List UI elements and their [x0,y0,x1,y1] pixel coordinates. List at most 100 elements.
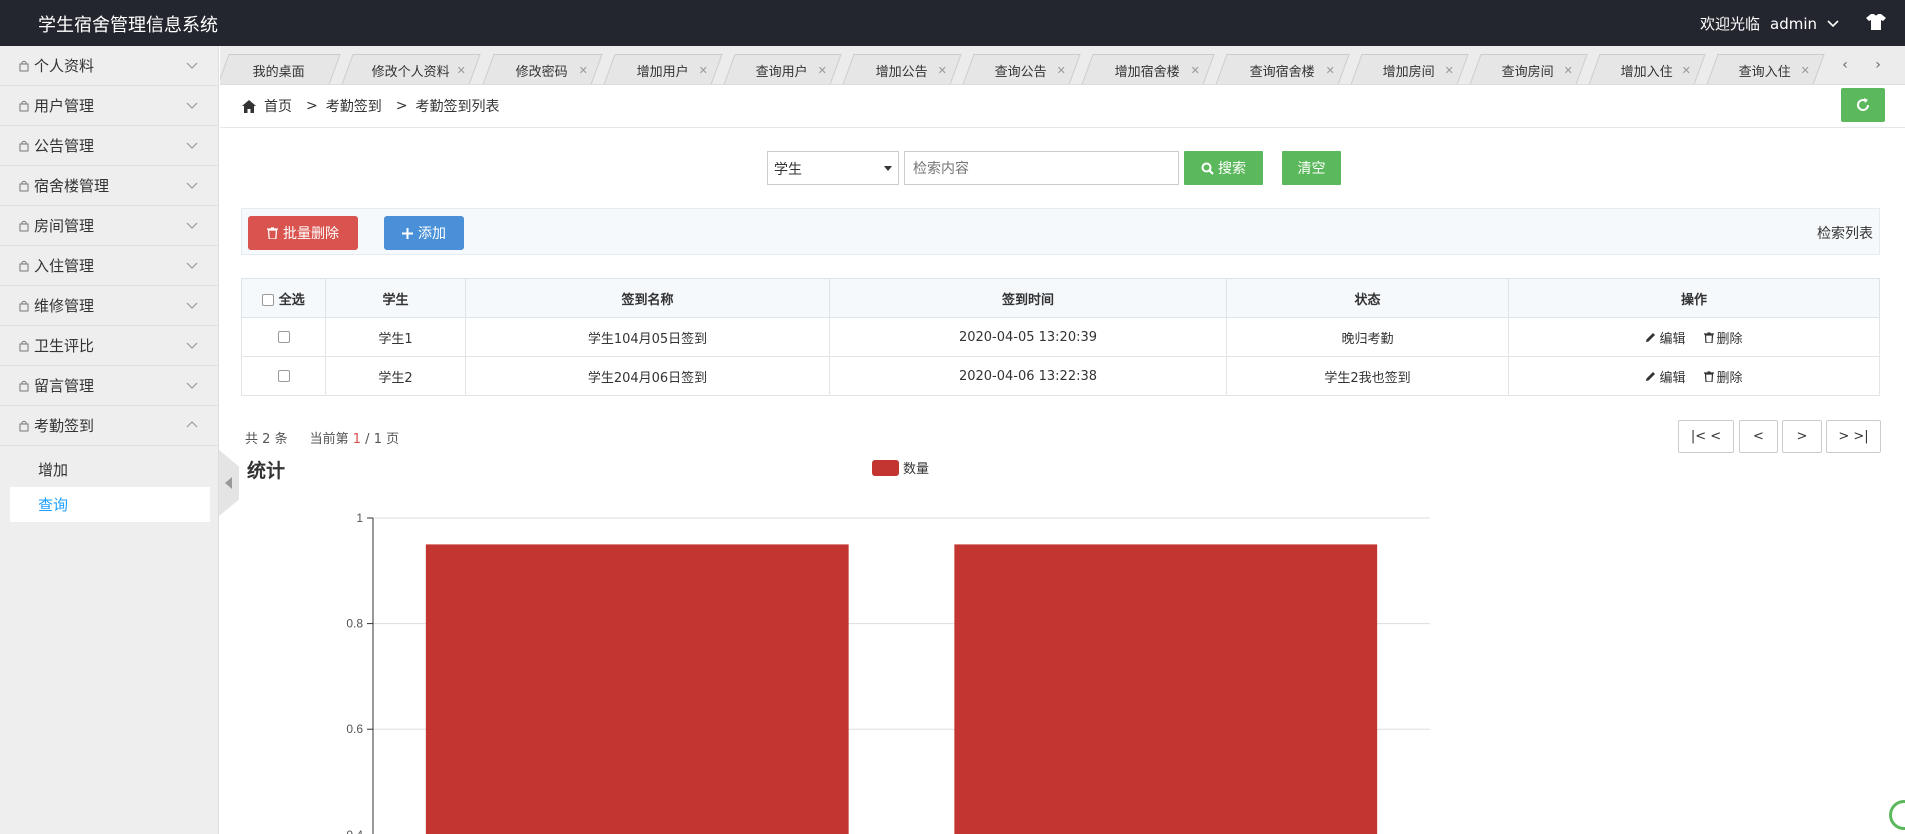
close-icon[interactable]: ✕ [698,64,707,77]
page-suffix: 页 [386,432,400,447]
sidebar-item[interactable]: 用户管理 [0,86,218,126]
trash-icon [1703,331,1714,343]
sidebar-subitem[interactable]: 增加 [0,452,218,487]
close-icon[interactable]: ✕ [937,64,946,77]
prev-page-button[interactable]: < [1739,420,1778,453]
tab[interactable]: 增加房间 ✕ [1350,54,1469,84]
add-button-label: 添加 [418,226,446,242]
chevron-down-icon [186,302,198,309]
current-page: 1 [352,432,362,447]
tab[interactable]: 增加宿舍楼 ✕ [1081,54,1215,84]
theme-shirt-icon[interactable] [1865,11,1887,33]
row-select-cell[interactable] [241,317,326,357]
refresh-icon [1857,98,1870,111]
top-bar: 学生宿舍管理信息系统 欢迎光临 admin [0,0,1905,46]
total-pages: 1 [373,432,382,447]
edit-label: 编辑 [1659,370,1686,386]
tab-label: 查询房间 [1502,64,1555,80]
row-checkbox[interactable] [277,331,290,343]
close-icon[interactable]: ✕ [1800,64,1809,77]
breadcrumb-home[interactable]: 首页 [264,96,292,116]
search-input[interactable] [904,151,1179,185]
delete-link[interactable]: 删除 [1703,328,1743,347]
tabs-bar: 我的桌面 修改个人资料 ✕ 修改密码 ✕ 增加用户 ✕ 查询用户 ✕ 增加公告 ✕ 查询公告 ✕ 增加宿舍… [220,46,1905,85]
sidebar-item[interactable]: 留言管理 [0,366,218,406]
sidebar-item[interactable]: 维修管理 [0,286,218,326]
close-icon[interactable]: ✕ [456,64,465,77]
tab[interactable]: 我的桌面 [220,54,341,84]
next-page-button[interactable]: > [1782,420,1822,453]
close-icon[interactable]: ✕ [1563,64,1572,77]
tab[interactable]: 增加公告 ✕ [842,54,962,84]
refresh-button[interactable] [1841,88,1885,122]
sidebar-collapse-toggle[interactable] [219,450,239,516]
cell-time: 2020-04-06 13:22:38 [829,356,1227,396]
close-icon[interactable]: ✕ [817,64,826,77]
edit-link[interactable]: 编辑 [1645,328,1686,347]
bag-icon [19,260,29,271]
table-row: 学生2 学生204月06日签到 2020-04-06 13:22:38 学生2我也签到… [241,356,1880,396]
tab[interactable]: 修改密码 ✕ [482,54,603,84]
sidebar-item[interactable]: 入住管理 [0,246,218,286]
close-icon[interactable]: ✕ [1444,64,1453,77]
add-button[interactable]: 添加 [384,216,464,250]
tab[interactable]: 修改个人资料 ✕ [341,54,481,84]
sidebar: 个人资料 用户管理 公告管理宿舍楼管理房间管理 入住管理维修管理卫生评比 留言管理考勤签… [0,46,219,834]
last-page-button[interactable]: > >| [1826,420,1881,453]
search-field-select[interactable]: 学生 [767,151,899,185]
breadcrumb-separator: > [306,98,318,114]
tab[interactable]: 查询宿舍楼 ✕ [1215,54,1350,84]
sidebar-item[interactable]: 宿舍楼管理 [0,166,218,206]
batch-delete-button[interactable]: 批量删除 [248,216,358,250]
bag-icon [19,60,29,71]
sidebar-item-label: 维修管理 [34,297,95,315]
select-all-header[interactable]: 全选 [241,278,326,318]
sidebar-item[interactable]: 公告管理 [0,126,218,166]
breadcrumb-level1[interactable]: 考勤签到 [326,96,382,116]
search-button[interactable]: 搜索 [1184,151,1263,185]
tab-label: 增加宿舍楼 [1115,64,1181,80]
sidebar-item-label: 考勤签到 [34,417,95,435]
sidebar-item[interactable]: 个人资料 [0,46,218,86]
sidebar-subitem[interactable]: 查询 [10,487,210,522]
cell-student: 学生1 [325,317,466,357]
sidebar-item[interactable]: 房间管理 [0,206,218,246]
clear-button[interactable]: 清空 [1282,151,1341,185]
tabs-scroll-right-icon[interactable]: › [1863,52,1893,78]
chevron-down-icon [186,382,198,389]
edit-label: 编辑 [1659,331,1686,347]
corner-badge-icon[interactable] [1889,800,1905,830]
column-header-status: 状态 [1226,278,1509,318]
tabs-scroll-left-icon[interactable]: ‹ [1830,52,1860,78]
close-icon[interactable]: ✕ [1190,64,1199,77]
username[interactable]: admin [1770,15,1817,33]
sidebar-item[interactable]: 卫生评比 [0,326,218,366]
sidebar-item[interactable]: 考勤签到 [0,406,218,446]
caret-down-icon [884,166,892,171]
row-checkbox[interactable] [277,370,290,382]
y-tick-label: 1 [356,511,363,525]
tab[interactable]: 增加入住 ✕ [1588,54,1706,84]
app-title: 学生宿舍管理信息系统 [38,15,218,36]
tab[interactable]: 查询入住 ✕ [1706,54,1825,84]
edit-link[interactable]: 编辑 [1645,367,1686,386]
select-all-checkbox[interactable] [262,294,275,306]
tab-label: 查询宿舍楼 [1249,64,1315,80]
tab[interactable]: 查询公告 ✕ [962,54,1081,84]
chevron-down-icon [186,222,198,229]
legend-swatch [872,459,899,476]
chart-legend[interactable]: 数量 [872,458,929,477]
sidebar-item-label: 宿舍楼管理 [34,177,110,195]
row-select-cell[interactable] [241,356,326,396]
user-menu[interactable]: 欢迎光临 admin [1700,13,1839,34]
delete-link[interactable]: 删除 [1703,367,1743,386]
tab[interactable]: 查询房间 ✕ [1469,54,1588,84]
tab[interactable]: 增加用户 ✕ [603,54,723,84]
first-page-button[interactable]: |< < [1678,420,1734,453]
close-icon[interactable]: ✕ [1056,64,1065,77]
close-icon[interactable]: ✕ [1325,64,1334,77]
tab-label: 查询入住 [1739,64,1792,80]
close-icon[interactable]: ✕ [1681,64,1690,77]
close-icon[interactable]: ✕ [578,64,587,77]
tab[interactable]: 查询用户 ✕ [723,54,842,84]
